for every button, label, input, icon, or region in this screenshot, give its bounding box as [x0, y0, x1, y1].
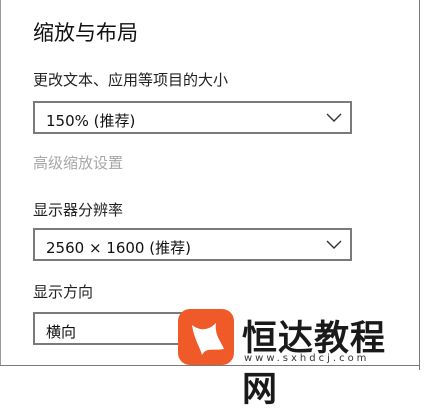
scale-dropdown-value: 150% (推荐)	[46, 112, 136, 130]
resolution-dropdown-value: 2560 × 1600 (推荐)	[46, 239, 191, 257]
watermark: 恒达教程网 www.sxhdcj.com	[178, 309, 420, 410]
advanced-scaling-link[interactable]: 高级缩放设置	[33, 152, 123, 173]
orientation-dropdown-value: 横向	[46, 323, 77, 341]
scale-dropdown[interactable]: 150% (推荐)	[33, 101, 352, 134]
section-title: 缩放与布局	[33, 21, 138, 45]
chevron-down-icon	[326, 113, 342, 122]
resolution-dropdown[interactable]: 2560 × 1600 (推荐)	[33, 228, 352, 261]
watermark-logo-icon	[178, 309, 234, 365]
resolution-label: 显示器分辨率	[33, 201, 124, 219]
scale-label: 更改文本、应用等项目的大小	[33, 71, 229, 89]
orientation-dropdown[interactable]: 横向	[33, 312, 183, 345]
orientation-label: 显示方向	[33, 283, 94, 301]
chevron-down-icon	[326, 240, 342, 249]
window-left-border	[0, 0, 1, 366]
watermark-url: www.sxhdcj.com	[244, 353, 370, 364]
